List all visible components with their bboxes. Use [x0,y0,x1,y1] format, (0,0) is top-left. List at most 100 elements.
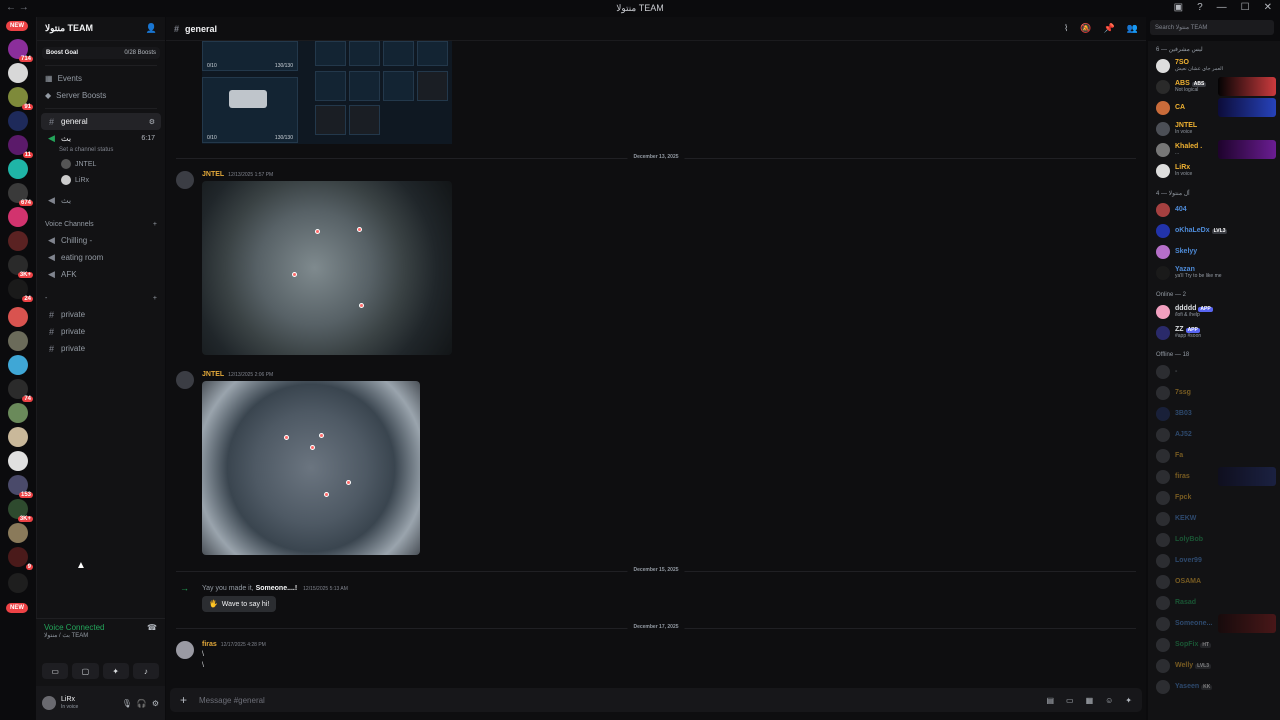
minimize-icon[interactable]: — [1217,2,1227,13]
server-icon[interactable]: 3K+ [8,255,33,278]
server-icon[interactable] [8,355,28,375]
text-channel[interactable]: # private [41,323,161,340]
voice-channel-active[interactable]: ◀ بث 6:17 [41,130,161,147]
disconnect-icon[interactable]: ☎ [147,623,157,632]
back-arrow-icon[interactable]: ← → [6,2,29,13]
server-icon[interactable]: 3K+ [8,499,33,522]
new-badge[interactable]: NEW [6,603,28,613]
server-icon[interactable] [8,307,28,327]
boost-goal[interactable]: Boost Goal 0/28 Boosts [42,47,160,59]
member-item[interactable]: CA [1148,97,1280,118]
voice-user[interactable]: LiRx [37,172,165,188]
member-item[interactable]: ABS ABS Not logical [1148,76,1280,97]
avatar[interactable] [176,171,194,189]
server-icon[interactable] [8,403,28,423]
gift-icon[interactable]: ▤ [1046,696,1054,705]
sticker-icon[interactable]: ▦ [1086,696,1094,705]
voice-channel[interactable]: ◀ AFK [41,266,161,283]
server-icon[interactable]: 74 [8,379,33,402]
member-item[interactable]: LiRx In voice [1148,160,1280,181]
member-item[interactable]: oKhaLeDx LVL3 [1148,220,1280,241]
add-member-icon[interactable]: 👤 [146,23,157,34]
add-channel-icon[interactable]: + [153,295,157,302]
maximize-icon[interactable]: ☐ [1241,2,1250,13]
server-icon[interactable]: 9 [8,547,33,570]
inventory-image[interactable]: 0/10 130/130 0/10 130/130 [202,41,452,144]
server-icon[interactable] [8,573,28,593]
member-item[interactable]: Skelyy [1148,241,1280,262]
member-item[interactable]: 7SO العمر جاي عشان نعيش [1148,55,1280,76]
member-item[interactable]: SopFix HT [1148,634,1280,655]
voice-user[interactable]: JNTEL [37,156,165,172]
nav-events[interactable]: ▦ Events [37,70,165,87]
member-item[interactable]: ZZ APP #app #soon [1148,322,1280,343]
voice-channel[interactable]: ◀ بث [41,192,161,209]
headphones-icon[interactable]: 🎧 [137,699,147,708]
nav-server-boosts[interactable]: ◆ Server Boosts [37,87,165,104]
avatar[interactable] [176,641,194,659]
server-icon[interactable] [8,451,28,471]
pin-icon[interactable]: 📌 [1104,23,1115,34]
gear-icon[interactable]: ⚙ [152,699,159,708]
member-item[interactable]: - [1148,361,1280,382]
soundboard-button[interactable]: ♪ [132,663,159,679]
message-author[interactable]: firas 12/17/2025 4:28 PM [202,641,266,648]
member-item[interactable]: Yazan ya'll Try to be like me [1148,262,1280,283]
text-channel[interactable]: # private [41,306,161,323]
channel-general[interactable]: # general ⚙ [41,113,161,130]
attach-plus-icon[interactable]: + [180,693,187,707]
message-input[interactable]: Message #general [199,696,265,705]
server-icon[interactable]: 91 [8,87,33,110]
member-item[interactable]: Someone... [1148,613,1280,634]
category-misc[interactable]: - + [37,291,165,306]
server-icon[interactable]: 24 [8,279,33,302]
member-item[interactable]: Yaseen KK [1148,676,1280,697]
member-item[interactable]: Welly LVL3 [1148,655,1280,676]
member-item[interactable]: Rasad [1148,592,1280,613]
apps-icon[interactable]: ✦ [1125,696,1132,705]
member-item[interactable]: 7ssg [1148,382,1280,403]
map-image[interactable] [202,381,420,555]
inbox-icon[interactable]: ▣ [1174,2,1183,13]
server-icon[interactable] [8,427,28,447]
wave-button[interactable]: 🖐 Wave to say hi! [202,596,277,612]
server-icon[interactable] [8,331,28,351]
member-item[interactable]: Fpck [1148,487,1280,508]
member-item[interactable]: AJ52 [1148,424,1280,445]
server-header[interactable]: منتولا TEAM 👤 [37,17,165,41]
member-item[interactable]: OSAMA [1148,571,1280,592]
gif-icon[interactable]: ▭ [1066,696,1074,705]
threads-icon[interactable]: ⌇ [1064,23,1068,34]
help-icon[interactable]: ? [1197,2,1203,13]
camera-button[interactable]: ▭ [42,663,69,679]
server-icon[interactable] [8,523,28,543]
add-channel-icon[interactable]: + [153,221,157,228]
member-item[interactable]: Khaled .... [1148,139,1280,160]
activities-button[interactable]: ✦ [102,663,129,679]
member-item[interactable]: 404 [1148,199,1280,220]
server-icon[interactable]: 11 [8,135,33,158]
member-item[interactable]: JNTEL In voice [1148,118,1280,139]
new-badge[interactable]: NEW [6,21,28,31]
search-input[interactable]: Search منتولا TEAM [1150,20,1274,35]
message-author[interactable]: JNTEL 12/13/2025 1:57 PM [202,171,273,178]
server-icon[interactable] [8,63,28,83]
member-item[interactable]: 3B03 [1148,403,1280,424]
server-icon[interactable]: 674 [8,183,33,206]
channel-status-prompt[interactable]: Set a channel status [37,147,165,156]
server-icon[interactable]: 714 [8,39,33,62]
notification-icon[interactable]: 🔕 [1080,23,1091,34]
member-item[interactable]: ddddd APP/lofi & /help [1148,301,1280,322]
server-icon[interactable] [8,159,28,179]
voice-location[interactable]: بث / منتولا TEAM [36,632,165,639]
user-bar[interactable]: LiRx In voice 🎙 🎧 ⚙ [36,686,165,720]
member-list-icon[interactable]: 👥 [1127,23,1138,34]
settings-icon[interactable]: ⚙ [149,118,155,126]
screenshare-button[interactable]: ▢ [72,663,99,679]
server-icon[interactable] [8,231,28,251]
server-icon[interactable]: 153 [8,475,33,498]
member-item[interactable]: firas [1148,466,1280,487]
voice-channel[interactable]: ◀ Chilling - [41,232,161,249]
member-item[interactable]: Lover99 [1148,550,1280,571]
avatar[interactable] [176,371,194,389]
